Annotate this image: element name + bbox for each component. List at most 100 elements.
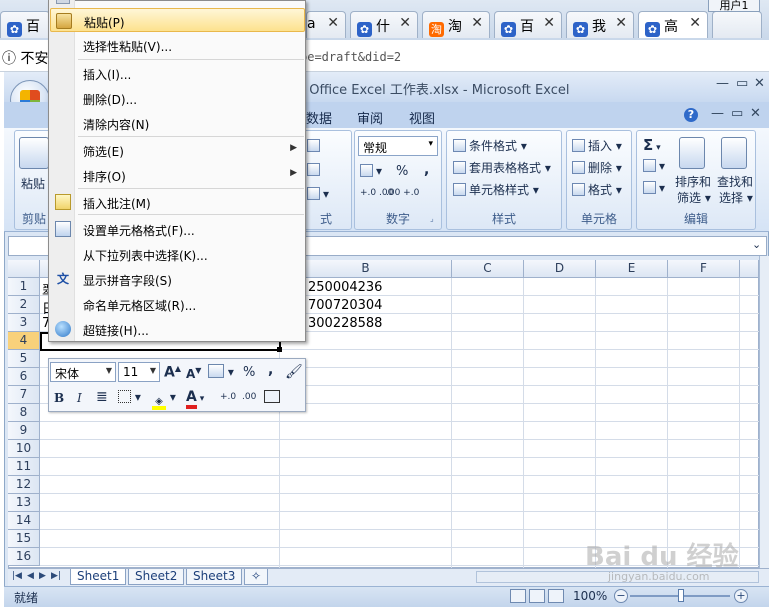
increase-decimal-button[interactable]: +.0 bbox=[220, 392, 236, 402]
format-as-table-button[interactable]: 套用表格格式 ▾ bbox=[453, 159, 551, 176]
bold-button[interactable]: B bbox=[54, 391, 64, 405]
row-header[interactable]: 8 bbox=[8, 404, 40, 422]
prev-sheet-icon[interactable]: ◀ bbox=[27, 571, 34, 581]
percent-button[interactable]: % bbox=[396, 164, 408, 179]
row-header[interactable]: 7 bbox=[8, 386, 40, 404]
close-icon[interactable]: ✕ bbox=[327, 15, 339, 31]
menu-item-clear-contents[interactable]: 清除内容(N) bbox=[50, 111, 305, 135]
close-icon[interactable]: ✕ bbox=[399, 15, 411, 31]
cell-b2[interactable]: 700720304 bbox=[308, 298, 382, 313]
close-icon[interactable]: ✕ bbox=[615, 15, 627, 31]
center-align-icon[interactable]: ≣ bbox=[96, 389, 108, 405]
zoom-in-button[interactable]: + bbox=[734, 589, 748, 603]
first-sheet-icon[interactable]: |◀ bbox=[12, 571, 22, 581]
decrease-decimal-button[interactable]: .00 +.0 bbox=[386, 188, 419, 198]
browser-tab[interactable]: ✿ 我 ✕ bbox=[566, 11, 634, 38]
browser-tab[interactable]: ✿ 百 bbox=[0, 11, 50, 38]
zoom-slider-thumb[interactable] bbox=[678, 589, 684, 602]
browser-tab-active[interactable]: ✿ 高 ✕ bbox=[638, 11, 708, 38]
row-header[interactable]: 6 bbox=[8, 368, 40, 386]
binoculars-icon[interactable] bbox=[721, 137, 747, 169]
user-profile-button[interactable]: 用户1 bbox=[708, 0, 760, 12]
expand-formula-bar-icon[interactable]: ⌄ bbox=[752, 238, 761, 251]
cell-b1[interactable]: 250004236 bbox=[308, 280, 382, 295]
menu-item-insert[interactable]: 插入(I)... bbox=[50, 61, 305, 85]
comma-button[interactable]: , bbox=[424, 162, 429, 178]
row-header[interactable]: 3 bbox=[8, 314, 40, 332]
menu-item-paste[interactable]: 粘贴(P) bbox=[50, 8, 305, 32]
format-cells-button[interactable]: 格式 ▾ bbox=[572, 181, 622, 198]
row-header[interactable]: 13 bbox=[8, 494, 40, 512]
menu-item-filter[interactable]: 筛选(E) ▶ bbox=[50, 138, 305, 162]
tab-view[interactable]: 视图 bbox=[409, 108, 435, 127]
sort-filter-icon[interactable] bbox=[679, 137, 705, 169]
menu-item-hyperlink[interactable]: 超链接(H)... bbox=[50, 317, 305, 341]
fill-color-button[interactable]: ◈ ▾ bbox=[152, 390, 176, 410]
help-icon[interactable]: ? bbox=[684, 108, 698, 122]
decrease-decimal-button[interactable]: .00 bbox=[242, 392, 256, 402]
fill-button[interactable]: ▾ bbox=[643, 159, 665, 173]
row-header[interactable]: 4 bbox=[8, 332, 40, 350]
delete-cells-button[interactable]: 删除 ▾ bbox=[572, 159, 622, 176]
font-size-select[interactable]: 11 ▼ bbox=[118, 362, 160, 382]
shrink-font-button[interactable]: A▼ bbox=[186, 366, 201, 381]
vertical-scrollbar[interactable] bbox=[759, 256, 769, 568]
tab-data[interactable]: 数据 bbox=[306, 108, 332, 127]
close-icon[interactable]: ✕ bbox=[543, 15, 555, 31]
next-sheet-icon[interactable]: ▶ bbox=[39, 571, 46, 581]
ribbon-minimize-icon[interactable]: — bbox=[711, 106, 724, 121]
column-header[interactable]: F bbox=[668, 260, 740, 278]
menu-item-pick-from-list[interactable]: 从下拉列表中选择(K)... bbox=[50, 242, 305, 266]
row-header[interactable]: 2 bbox=[8, 296, 40, 314]
menu-item-insert-comment[interactable]: 插入批注(M) bbox=[50, 190, 305, 214]
font-name-select[interactable]: 宋体 ▼ bbox=[50, 362, 116, 382]
insert-cells-button[interactable]: 插入 ▾ bbox=[572, 137, 622, 154]
row-header[interactable]: 11 bbox=[8, 458, 40, 476]
paste-icon[interactable] bbox=[19, 137, 49, 169]
browser-tab[interactable]: ✿ 什 ✕ bbox=[350, 11, 418, 38]
ribbon-close-icon[interactable]: ✕ bbox=[750, 106, 761, 121]
close-icon[interactable]: ✕ bbox=[471, 15, 483, 31]
maximize-icon[interactable]: ▭ bbox=[736, 76, 748, 91]
fill-handle[interactable] bbox=[277, 347, 282, 352]
find-select-label-2[interactable]: 选择 ▾ bbox=[719, 189, 753, 206]
tab-review[interactable]: 审阅 bbox=[357, 108, 383, 127]
find-select-label-1[interactable]: 查找和 bbox=[717, 173, 753, 190]
menu-item-paste-special[interactable]: 选择性粘贴(V)... bbox=[50, 33, 305, 57]
sheet-tab-1[interactable]: Sheet1 bbox=[70, 569, 127, 585]
cell-b3[interactable]: 300228588 bbox=[308, 316, 382, 331]
clear-button[interactable]: ▾ bbox=[643, 181, 665, 195]
row-header[interactable]: 16 bbox=[8, 548, 40, 566]
percent-style-button[interactable]: % bbox=[243, 365, 255, 380]
row-header[interactable]: 14 bbox=[8, 512, 40, 530]
browser-tab[interactable]: ✿ 百 ✕ bbox=[494, 11, 562, 38]
column-header[interactable] bbox=[740, 260, 759, 278]
column-header[interactable]: C bbox=[452, 260, 524, 278]
currency-button[interactable]: ▾ bbox=[360, 164, 382, 178]
row-header[interactable]: 15 bbox=[8, 530, 40, 548]
zoom-out-button[interactable]: − bbox=[614, 589, 628, 603]
conditional-format-button[interactable]: 条件格式 ▾ bbox=[453, 137, 527, 154]
currency-format-button[interactable]: ▾ bbox=[208, 364, 234, 379]
browser-tab[interactable]: a ✕ bbox=[306, 11, 346, 38]
row-header[interactable]: 10 bbox=[8, 440, 40, 458]
menu-item-sort[interactable]: 排序(O) ▶ bbox=[50, 163, 305, 187]
url-text[interactable]: pe=draft&did=2 bbox=[300, 50, 401, 64]
sort-filter-label-1[interactable]: 排序和 bbox=[675, 173, 711, 190]
paste-button[interactable]: 粘贴 bbox=[21, 175, 45, 192]
browser-tab[interactable]: 淘淘 ✕ bbox=[422, 11, 490, 38]
menu-item-delete[interactable]: 删除(D)... bbox=[50, 86, 305, 110]
column-header[interactable]: D bbox=[524, 260, 596, 278]
comma-style-button[interactable]: , bbox=[268, 362, 273, 378]
column-header[interactable]: E bbox=[596, 260, 668, 278]
zoom-level[interactable]: 100% bbox=[573, 589, 607, 603]
select-all-corner[interactable] bbox=[8, 260, 40, 278]
new-tab-button[interactable] bbox=[712, 11, 762, 38]
italic-button[interactable]: I bbox=[77, 391, 82, 405]
close-icon[interactable]: ✕ bbox=[689, 15, 701, 31]
page-break-view-icon[interactable] bbox=[548, 589, 564, 603]
minimize-icon[interactable]: — bbox=[716, 76, 729, 91]
font-color-button[interactable]: A ▾ bbox=[186, 389, 204, 409]
normal-view-icon[interactable] bbox=[510, 589, 526, 603]
last-sheet-icon[interactable]: ▶| bbox=[51, 571, 61, 581]
